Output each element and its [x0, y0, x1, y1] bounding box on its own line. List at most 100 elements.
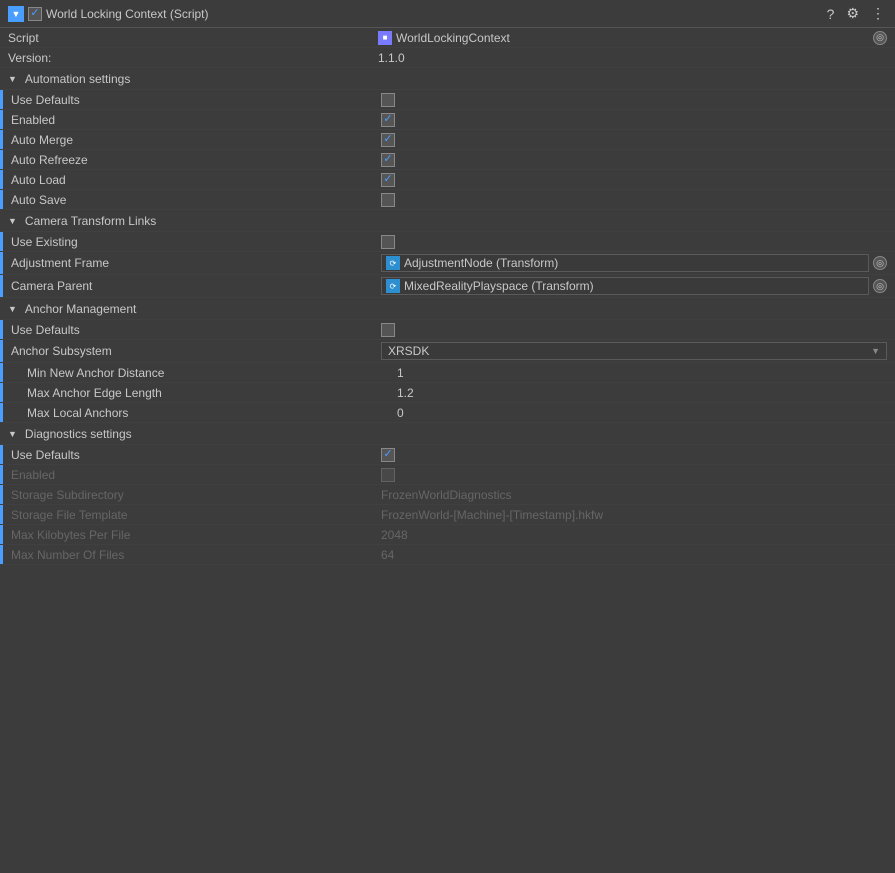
diagnostics-enabled-content: Enabled	[3, 466, 895, 484]
camera-parent-row: Camera Parent ⟳ MixedRealityPlayspace (T…	[0, 275, 895, 298]
camera-use-existing-content: Use Existing	[3, 233, 895, 251]
settings-icon[interactable]: ⚙	[844, 3, 861, 24]
version-value: 1.1.0	[378, 51, 887, 65]
anchor-use-defaults-content: Use Defaults	[3, 321, 895, 339]
max-kilobytes-label: Max Kilobytes Per File	[11, 528, 381, 542]
max-kilobytes-value: 2048	[381, 528, 887, 542]
storage-subdirectory-content: Storage Subdirectory FrozenWorldDiagnost…	[3, 486, 895, 504]
anchor-subsystem-label: Anchor Subsystem	[11, 344, 381, 358]
automation-automerge-value	[381, 133, 887, 147]
camera-parent-value: ⟳ MixedRealityPlayspace (Transform) ◎	[381, 277, 887, 295]
diagnostics-use-defaults-row: Use Defaults	[0, 445, 895, 465]
max-kilobytes-content: Max Kilobytes Per File 2048	[3, 526, 895, 544]
automation-automerge-row: Auto Merge	[0, 130, 895, 150]
automation-enabled-value	[381, 113, 887, 127]
camera-parent-reference: ⟳ MixedRealityPlayspace (Transform)	[381, 277, 869, 295]
storage-subdirectory-row: Storage Subdirectory FrozenWorldDiagnost…	[0, 485, 895, 505]
adjustment-frame-reference: ⟳ AdjustmentNode (Transform)	[381, 254, 869, 272]
camera-use-existing-label: Use Existing	[11, 235, 381, 249]
anchor-use-defaults-value	[381, 323, 887, 337]
camera-parent-label: Camera Parent	[11, 279, 381, 293]
diagnostics-section-header[interactable]: ▼ Diagnostics settings	[0, 423, 895, 445]
diagnostics-enabled-row: Enabled	[0, 465, 895, 485]
automation-autosave-checkbox[interactable]	[381, 193, 395, 207]
max-kilobytes-row: Max Kilobytes Per File 2048	[0, 525, 895, 545]
transform-icon: ⟳	[386, 256, 400, 270]
script-value: ■ WorldLockingContext ◎	[378, 31, 887, 45]
script-select-button[interactable]: ◎	[873, 31, 887, 45]
anchor-subsystem-dropdown[interactable]: XRSDK ▼	[381, 342, 887, 360]
diagnostics-use-defaults-value	[381, 448, 887, 462]
diagnostics-enabled-checkbox[interactable]	[381, 468, 395, 482]
automation-autosave-row: Auto Save	[0, 190, 895, 210]
storage-file-template-row: Storage File Template FrozenWorld-[Machi…	[0, 505, 895, 525]
automation-autoload-checkbox[interactable]	[381, 173, 395, 187]
camera-use-existing-checkbox[interactable]	[381, 235, 395, 249]
max-files-row: Max Number Of Files 64	[0, 545, 895, 565]
max-local-anchors-value: 0	[397, 406, 887, 420]
automation-section-header[interactable]: ▼ Automation settings	[0, 68, 895, 90]
automation-automerge-content: Auto Merge	[3, 131, 895, 149]
version-row: Version: 1.1.0	[0, 48, 895, 68]
camera-use-existing-value	[381, 235, 887, 249]
automation-automerge-checkbox[interactable]	[381, 133, 395, 147]
min-anchor-distance-value: 1	[397, 366, 887, 380]
component-enabled-checkbox[interactable]	[28, 7, 42, 21]
automation-use-defaults-checkbox[interactable]	[381, 93, 395, 107]
automation-enabled-label: Enabled	[11, 113, 381, 127]
max-anchor-edge-value: 1.2	[397, 386, 887, 400]
diagnostics-collapse-arrow[interactable]: ▼	[8, 429, 17, 439]
title-bar: ▼ World Locking Context (Script) ? ⚙ ⋮	[0, 0, 895, 28]
more-icon[interactable]: ⋮	[869, 3, 887, 24]
anchor-subsystem-value: XRSDK ▼	[381, 342, 887, 360]
script-reference: ■ WorldLockingContext	[378, 31, 869, 45]
automation-collapse-arrow[interactable]: ▼	[8, 74, 17, 84]
camera-adjustment-frame-content: Adjustment Frame ⟳ AdjustmentNode (Trans…	[3, 252, 895, 274]
automation-autoload-value	[381, 173, 887, 187]
automation-autoload-content: Auto Load	[3, 171, 895, 189]
storage-file-template-label: Storage File Template	[11, 508, 381, 522]
anchor-collapse-arrow[interactable]: ▼	[8, 304, 17, 314]
automation-autorefreeze-value	[381, 153, 887, 167]
anchor-use-defaults-row: Use Defaults	[0, 320, 895, 340]
automation-use-defaults-label: Use Defaults	[11, 93, 381, 107]
camera-adjustment-frame-label: Adjustment Frame	[11, 256, 381, 270]
max-local-anchors-label: Max Local Anchors	[27, 406, 397, 420]
script-label: Script	[8, 31, 378, 45]
adjustment-frame-select-button[interactable]: ◎	[873, 256, 887, 270]
camera-use-existing-row: Use Existing	[0, 232, 895, 252]
storage-subdirectory-value: FrozenWorldDiagnostics	[381, 488, 887, 502]
component-icon: ▼	[8, 6, 24, 22]
automation-use-defaults-content: Use Defaults	[3, 91, 895, 109]
anchor-subsystem-row: Anchor Subsystem XRSDK ▼	[0, 340, 895, 363]
automation-use-defaults-value	[381, 93, 887, 107]
diagnostics-enabled-value	[381, 468, 887, 482]
help-icon[interactable]: ?	[825, 4, 837, 24]
diagnostics-use-defaults-checkbox[interactable]	[381, 448, 395, 462]
anchor-use-defaults-checkbox[interactable]	[381, 323, 395, 337]
version-label: Version:	[8, 51, 378, 65]
automation-autosave-label: Auto Save	[11, 193, 381, 207]
automation-autoload-label: Auto Load	[11, 173, 381, 187]
camera-collapse-arrow[interactable]: ▼	[8, 216, 17, 226]
storage-file-template-value: FrozenWorld-[Machine]-[Timestamp].hkfw	[381, 508, 887, 522]
camera-parent-select-button[interactable]: ◎	[873, 279, 887, 293]
title-bar-actions: ? ⚙ ⋮	[825, 3, 887, 24]
automation-autorefreeze-content: Auto Refreeze	[3, 151, 895, 169]
anchor-use-defaults-label: Use Defaults	[11, 323, 381, 337]
max-anchor-edge-label: Max Anchor Edge Length	[27, 386, 397, 400]
max-anchor-edge-content: Max Anchor Edge Length 1.2	[3, 384, 895, 402]
automation-enabled-checkbox[interactable]	[381, 113, 395, 127]
max-local-anchors-content: Max Local Anchors 0	[3, 404, 895, 422]
title-bar-title: World Locking Context (Script)	[46, 7, 209, 21]
max-local-anchors-row: Max Local Anchors 0	[0, 403, 895, 423]
anchor-section-header[interactable]: ▼ Anchor Management	[0, 298, 895, 320]
min-anchor-distance-label: Min New Anchor Distance	[27, 366, 397, 380]
camera-section-header[interactable]: ▼ Camera Transform Links	[0, 210, 895, 232]
automation-autorefreeze-label: Auto Refreeze	[11, 153, 381, 167]
automation-enabled-row: Enabled	[0, 110, 895, 130]
automation-autorefreeze-checkbox[interactable]	[381, 153, 395, 167]
diagnostics-section-label: ▼ Diagnostics settings	[8, 427, 378, 441]
diagnostics-use-defaults-label: Use Defaults	[11, 448, 381, 462]
camera-adjustment-frame-value: ⟳ AdjustmentNode (Transform) ◎	[381, 254, 887, 272]
